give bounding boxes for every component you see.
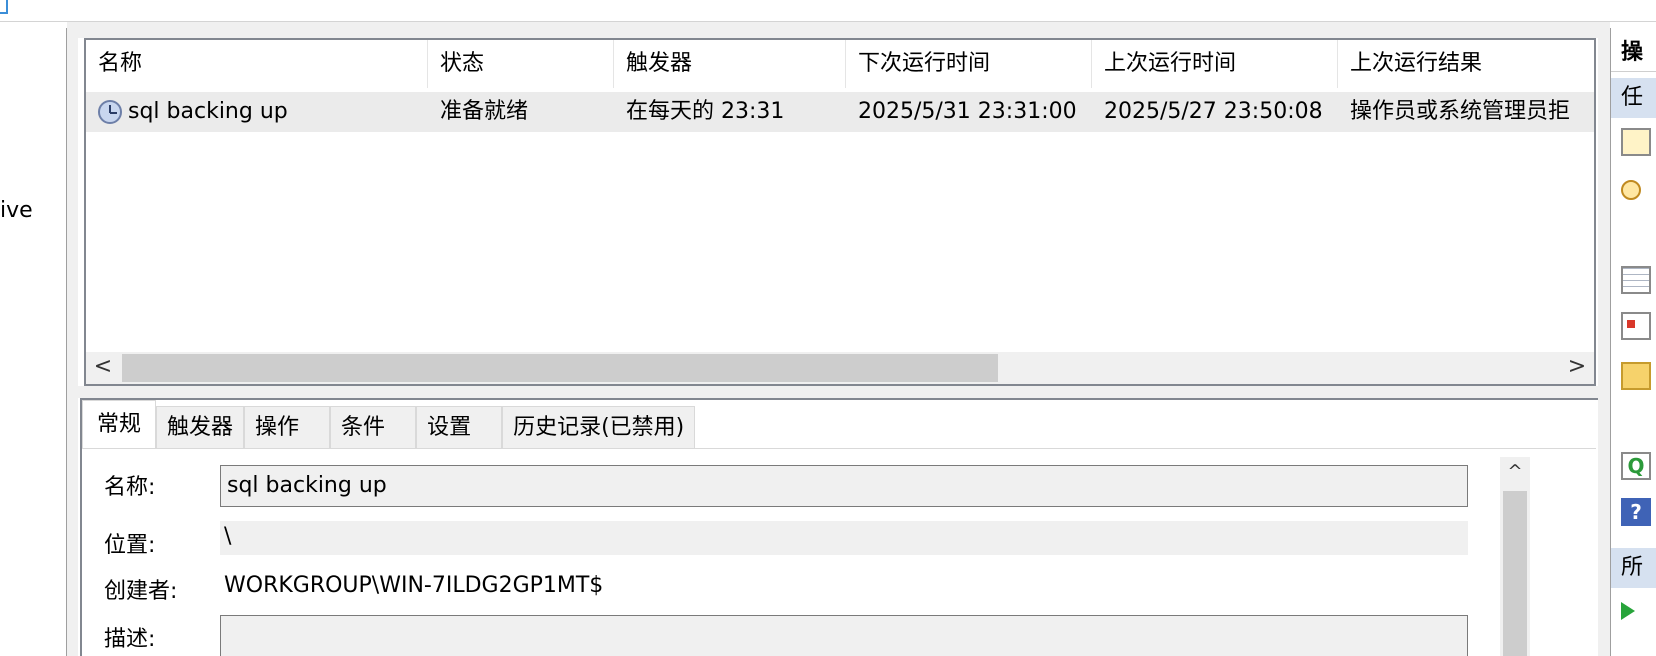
- tab-history[interactable]: 历史记录(已禁用): [502, 406, 696, 448]
- tab-settings[interactable]: 设置: [416, 406, 503, 448]
- run-icon[interactable]: [1621, 602, 1635, 620]
- tab-general[interactable]: 常规: [82, 400, 157, 448]
- horizontal-scrollbar[interactable]: < >: [86, 352, 1594, 384]
- author-label: 创建者:: [104, 579, 178, 604]
- refresh-icon[interactable]: Q: [1621, 452, 1651, 480]
- task-detail-pane: 常规 触发器 操作 条件 设置 历史记录(已禁用) 名称: sql backin…: [80, 398, 1598, 656]
- new-folder-icon[interactable]: [1621, 362, 1651, 390]
- navigation-partial-label[interactable]: ive: [0, 198, 33, 223]
- create-task-icon[interactable]: [1621, 180, 1641, 200]
- description-field[interactable]: [220, 615, 1468, 656]
- actions-section-selected[interactable]: 所: [1611, 548, 1656, 588]
- middle-splitter[interactable]: [78, 386, 1598, 398]
- location-field[interactable]: \: [220, 521, 1468, 555]
- table-row[interactable]: sql backing up 准备就绪 在每天的 23:31 2025/5/31…: [86, 92, 1594, 132]
- row-last-run: 2025/5/27 23:50:08: [1092, 92, 1338, 132]
- scrollbar-thumb[interactable]: [122, 354, 998, 382]
- column-header-trigger[interactable]: 触发器: [614, 40, 846, 88]
- help-icon[interactable]: ?: [1621, 498, 1651, 526]
- top-splitter: [78, 22, 1598, 38]
- top-strip: [0, 0, 1656, 22]
- location-label: 位置:: [104, 533, 156, 558]
- column-header-last-result[interactable]: 上次运行结果: [1338, 40, 1594, 88]
- column-header-last-run[interactable]: 上次运行时间: [1092, 40, 1338, 88]
- selection-marker: [0, 0, 8, 14]
- scroll-up-icon[interactable]: ^: [1500, 457, 1530, 487]
- row-name: sql backing up: [128, 99, 288, 124]
- scheduled-task-icon: [98, 100, 122, 124]
- row-last-result: 操作员或系统管理员拒: [1338, 92, 1594, 132]
- left-splitter[interactable]: [67, 22, 78, 656]
- row-name-cell[interactable]: sql backing up: [86, 92, 428, 132]
- display-running-tasks-icon[interactable]: [1621, 266, 1651, 294]
- actions-pane-header: 操: [1611, 34, 1656, 72]
- navigation-pane[interactable]: ive: [0, 28, 67, 656]
- vertical-scrollbar[interactable]: ^: [1500, 457, 1530, 656]
- tab-actions[interactable]: 操作: [244, 406, 331, 448]
- scroll-right-icon[interactable]: >: [1560, 352, 1594, 384]
- name-label: 名称:: [104, 475, 156, 500]
- detail-tabs: 常规 触发器 操作 条件 设置 历史记录(已禁用): [82, 400, 696, 448]
- column-header-row: 名称 状态 触发器 下次运行时间 上次运行时间 上次运行结果: [86, 40, 1594, 88]
- column-header-next-run[interactable]: 下次运行时间: [846, 40, 1092, 88]
- history-icon[interactable]: [1621, 312, 1651, 340]
- row-status: 准备就绪: [428, 92, 614, 132]
- column-header-name[interactable]: 名称: [86, 40, 428, 88]
- right-splitter[interactable]: [1598, 22, 1610, 656]
- scroll-left-icon[interactable]: <: [86, 352, 120, 384]
- create-basic-task-icon[interactable]: [1621, 128, 1651, 156]
- author-value: WORKGROUP\WIN-7ILDG2GP1MT$: [224, 573, 604, 598]
- actions-pane: 操 任 Q ? 所: [1610, 28, 1656, 656]
- tab-conditions[interactable]: 条件: [330, 406, 417, 448]
- vertical-scrollbar-thumb[interactable]: [1503, 491, 1527, 656]
- actions-section-task[interactable]: 任: [1611, 78, 1656, 118]
- column-header-status[interactable]: 状态: [428, 40, 614, 88]
- row-trigger: 在每天的 23:31: [614, 92, 846, 132]
- row-next-run: 2025/5/31 23:31:00: [846, 92, 1092, 132]
- general-tab-body: 名称: sql backing up 位置: \ 创建者: WORKGROUP\…: [82, 448, 1596, 656]
- description-label: 描述:: [104, 627, 156, 652]
- task-list[interactable]: 名称 状态 触发器 下次运行时间 上次运行时间 上次运行结果 sql backi…: [84, 38, 1596, 386]
- name-field[interactable]: sql backing up: [220, 465, 1468, 507]
- tab-triggers[interactable]: 触发器: [156, 406, 245, 448]
